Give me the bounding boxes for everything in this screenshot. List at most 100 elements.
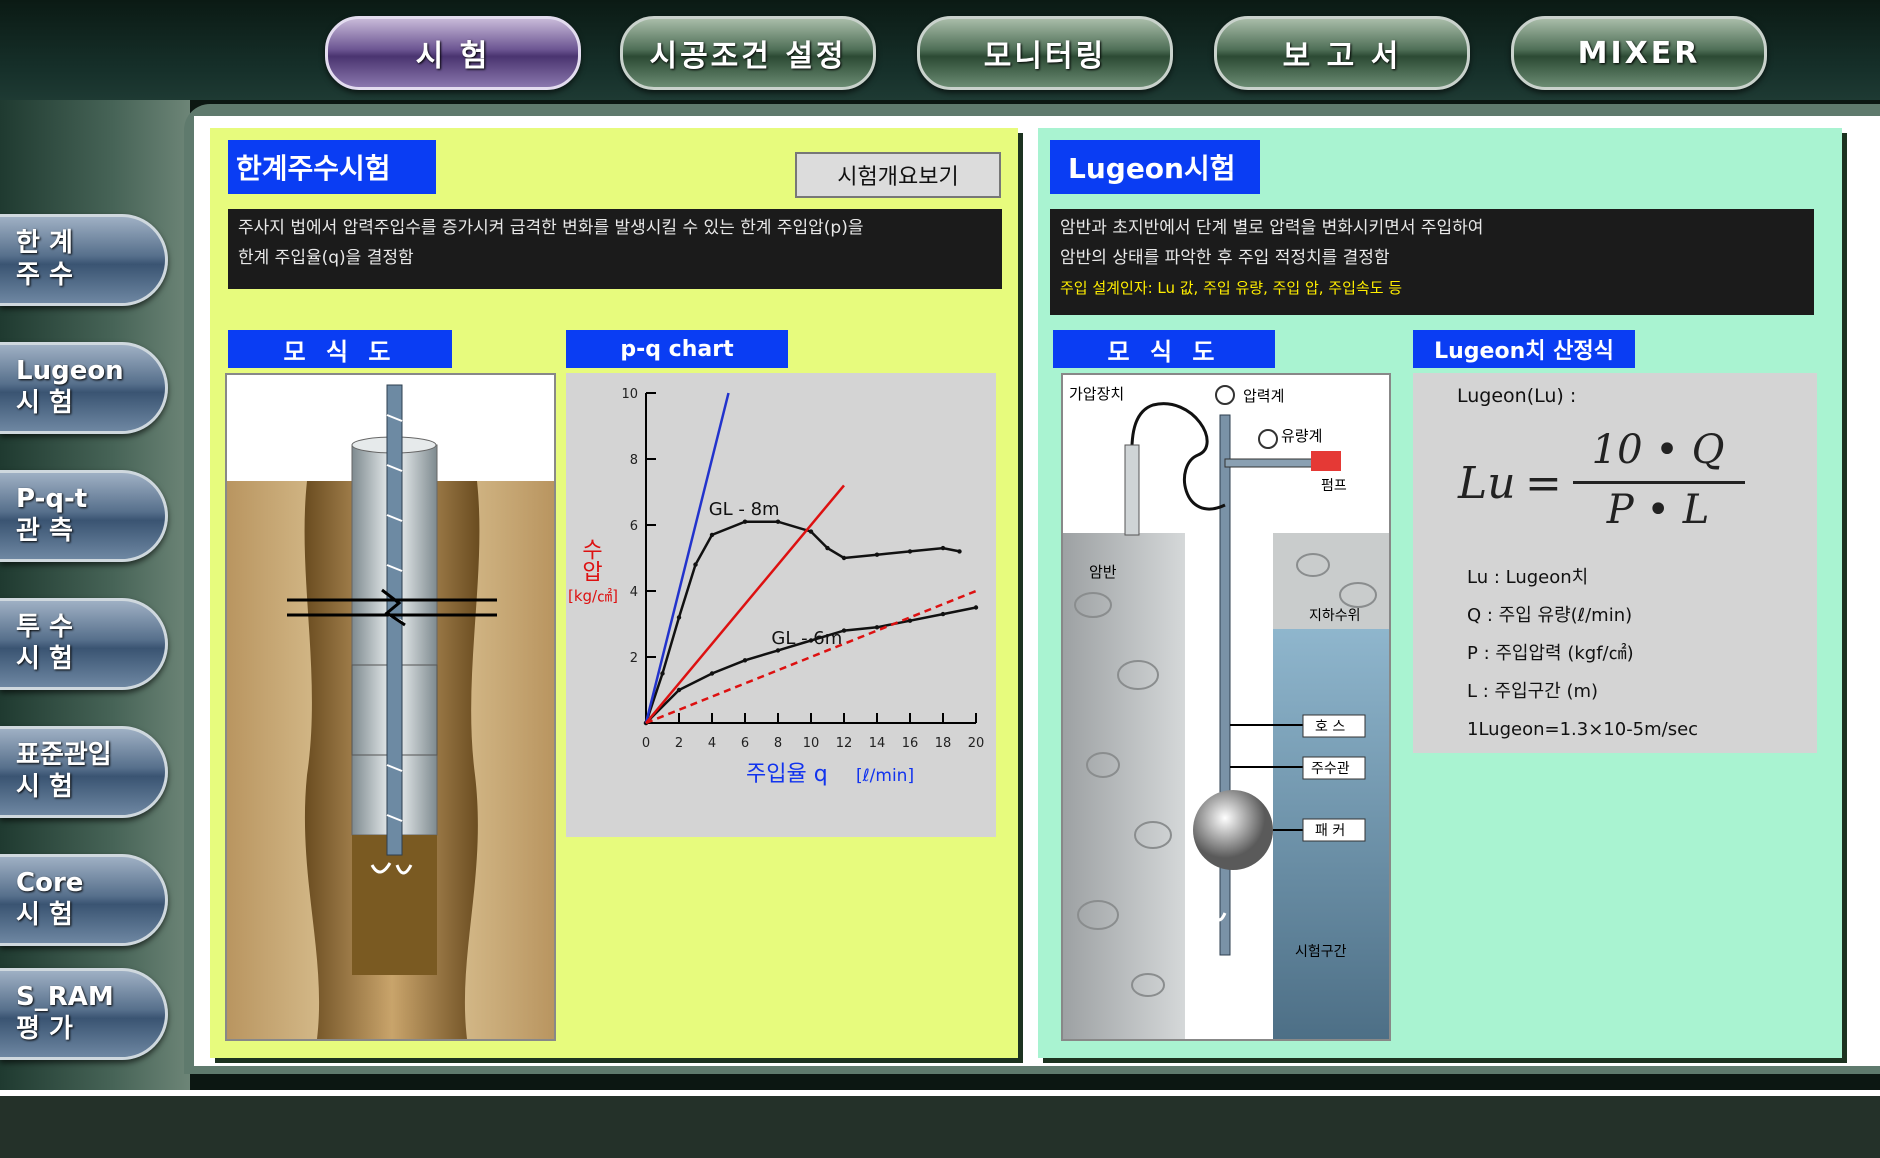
y-axis-label: 수압 [578, 538, 603, 582]
label-pressure-gauge: 압력계 [1243, 387, 1285, 405]
data-point [841, 555, 847, 561]
data-point [808, 529, 814, 534]
description-line-2: 한계 주입율(q)을 결정함 [238, 248, 414, 268]
limit-injection-title: 한계주수시험 [228, 140, 436, 194]
series-line-4 [645, 589, 977, 725]
data-point [973, 605, 979, 610]
nav-mixer-button[interactable]: MIXER [1511, 16, 1767, 90]
formula-denominator: P • L [1606, 487, 1710, 533]
bottom-status-bar [0, 1090, 1880, 1158]
x-tick-label: 4 [708, 736, 716, 751]
data-point [676, 615, 682, 620]
data-point [775, 648, 781, 653]
data-point [742, 519, 748, 524]
series-label-gl6m: GL - 6m [771, 628, 842, 649]
overview-button[interactable]: 시험개요보기 [795, 152, 1001, 198]
side-pqt-button[interactable]: P-q-t 관 측 [0, 470, 168, 562]
side-spt-button[interactable]: 표준관입 시 험 [0, 726, 168, 818]
x-tick-label: 10 [803, 736, 820, 751]
description-line-1: 주사지 법에서 압력주입수를 증가시켜 급격한 변화를 발생시킬 수 있는 한계… [238, 218, 864, 238]
nav-monitoring-button[interactable]: 모니터링 [917, 16, 1173, 90]
definition-lu: Lu : Lugeon치 [1467, 567, 1589, 588]
formula-equals: = [1525, 458, 1562, 509]
data-point [825, 545, 830, 551]
lugeon-design-factors: 주입 설계인자: Lu 값, 주입 유량, 주입 압, 주입속도 등 [1060, 279, 1403, 297]
pq-chart: 0 2 4 6 8 10 12 14 16 18 20 2 4 6 8 10 GL - 8m GL - 6m 수압 [… [568, 387, 985, 787]
x-tick-label: 12 [836, 736, 853, 751]
data-point [676, 687, 682, 693]
pq-chart-label: p-q chart [566, 330, 788, 368]
side-limit-injection-button[interactable]: 한 계 주 수 [0, 214, 168, 306]
y-tick-label: 2 [630, 651, 638, 666]
x-tick-label: 0 [642, 736, 650, 751]
side-core-button[interactable]: Core 시 험 [0, 854, 168, 946]
label-hose: 호 스 [1315, 719, 1346, 735]
data-point [874, 552, 880, 557]
bottom-divider [0, 1090, 1880, 1096]
lugeon-description-line-1: 암반과 초지반에서 단계 별로 압력을 변화시키면서 주입하여 [1060, 218, 1484, 238]
x-tick-label: 16 [902, 736, 919, 751]
lugeon-title: Lugeon시험 [1050, 140, 1260, 194]
data-point [940, 611, 946, 617]
side-sram-button[interactable]: S_RAM 평 가 [0, 968, 168, 1060]
formula-fraction-bar [1573, 481, 1745, 484]
series-label-gl8m: GL - 8m [709, 499, 780, 520]
definition-p: P : 주입압력 (kgf/㎠) [1467, 643, 1634, 664]
formula-lhs: Lu [1458, 458, 1516, 509]
label-flowmeter: 유량계 [1281, 427, 1323, 445]
label-test-section: 시험구간 [1295, 944, 1347, 960]
lugeon-description-line-2: 암반의 상태를 파악한 후 주입 적정치를 결정함 [1060, 248, 1390, 268]
data-point [660, 671, 665, 676]
formula-numerator: 10 • Q [1591, 427, 1725, 473]
label-rock: 암반 [1089, 563, 1117, 581]
y-tick-label: 6 [630, 519, 638, 534]
data-point [709, 671, 715, 676]
data-point [709, 532, 715, 538]
right-schematic-label: 모 식 도 [1053, 330, 1275, 368]
data-point [775, 519, 781, 524]
limit-injection-description: 주사지 법에서 압력주입수를 증가시켜 급격한 변화를 발생시킬 수 있는 한계… [228, 209, 1002, 289]
lugeon-description: 암반과 초지반에서 단계 별로 압력을 변화시키면서 주입하여 암반의 상태를 … [1050, 209, 1814, 315]
side-permeability-button[interactable]: 투 수 시 험 [0, 598, 168, 690]
label-pump: 펌프 [1321, 478, 1347, 494]
x-axis-unit: [ℓ/min] [856, 766, 914, 786]
x-tick-label: 18 [935, 736, 952, 751]
data-point [693, 562, 698, 567]
y-tick-label: 10 [621, 387, 638, 402]
label-injection-pipe: 주수관 [1311, 761, 1350, 777]
lugeon-formula-box: Lugeon(Lu) : Lu = 10 • Q P • L Lu : Luge… [1413, 373, 1817, 753]
y-tick-label: 4 [630, 585, 638, 600]
definition-lugeon-unit: 1Lugeon=1.3×10-5m/sec [1467, 719, 1699, 740]
label-groundwater-level: 지하수위 [1309, 608, 1361, 624]
lugeon-schematic: 가압장치 압력계 유량계 펌프 암반 지하수위 호 스 주수관 패 커 시험구간 [1061, 373, 1391, 1041]
nav-construction-settings-button[interactable]: 시공조건 설정 [620, 16, 876, 90]
label-packer: 패 커 [1315, 823, 1346, 839]
nav-report-button[interactable]: 보 고 서 [1214, 16, 1470, 90]
formula-title: Lugeon(Lu) : [1457, 385, 1577, 407]
formula-definitions: Lu : Lugeon치 Q : 주입 유량(ℓ/min) P : 주입압력 (… [1467, 559, 1698, 749]
label-rig: 가압장치 [1069, 385, 1125, 403]
series-line-0 [644, 520, 960, 724]
y-axis-unit: [kg/㎠] [568, 587, 618, 605]
borehole-schematic [225, 373, 556, 1041]
definition-l: L : 주입구간 (m) [1467, 681, 1599, 702]
left-schematic-label: 모 식 도 [228, 330, 452, 368]
x-tick-label: 14 [869, 736, 886, 751]
x-tick-label: 2 [675, 736, 683, 751]
data-point [907, 549, 913, 554]
data-point [957, 549, 962, 554]
side-lugeon-button[interactable]: Lugeon 시 험 [0, 342, 168, 434]
x-axis-label: 주입율 q [746, 762, 828, 787]
pq-chart-area: 0 2 4 6 8 10 12 14 16 18 20 2 4 6 8 10 GL - 8m GL - 6m 수압 [… [566, 373, 996, 837]
lugeon-formula-label: Lugeon치 산정식 [1413, 330, 1635, 368]
x-tick-label: 6 [741, 736, 749, 751]
definition-q: Q : 주입 유량(ℓ/min) [1467, 605, 1633, 626]
x-tick-label: 20 [968, 736, 985, 751]
data-point [742, 658, 748, 663]
x-tick-label: 8 [774, 736, 782, 751]
nav-test-button[interactable]: 시 험 [325, 16, 581, 90]
data-point [841, 628, 847, 633]
y-tick-label: 8 [630, 453, 638, 468]
data-point [940, 545, 946, 551]
data-point [874, 625, 880, 630]
